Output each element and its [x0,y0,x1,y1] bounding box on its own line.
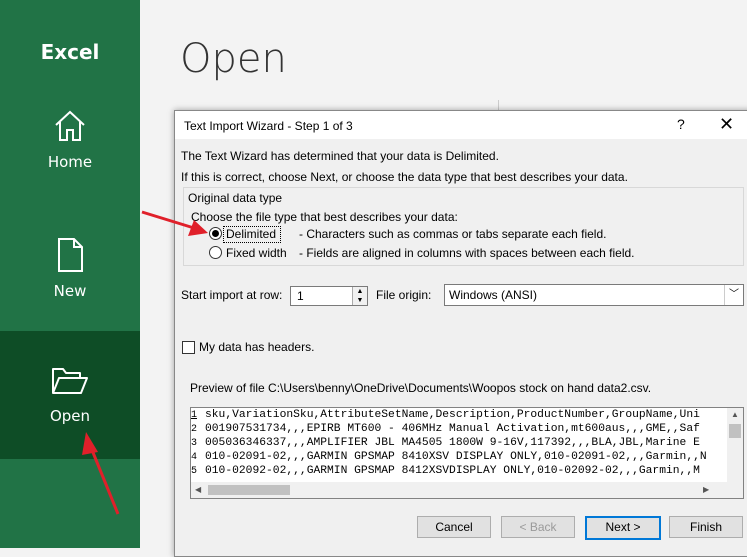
row-number: 4 [191,452,198,463]
home-icon [55,110,85,141]
row-text: 005036346337,,,AMPLIFIER JBL MA4505 1800… [205,437,700,449]
sidebar-item-label: Home [47,153,93,171]
scroll-thumb[interactable] [729,424,741,438]
row-number: 2 [191,424,198,435]
preview-row: 3 005036346337,,,AMPLIFIER JBL MA4505 180… [191,437,731,451]
row-number: 5 [191,466,198,477]
preview-label: Preview of file C:\Users\benny\OneDrive\… [190,381,652,395]
dialog-title: Text Import Wizard - Step 1 of 3 [184,119,353,133]
scroll-right-icon[interactable]: ▶ [703,485,709,494]
finish-button[interactable]: Finish [669,516,743,538]
file-origin-select[interactable]: Windows (ANSI) ﹀ [444,284,744,306]
start-row-label: Start import at row: [181,288,283,302]
next-button[interactable]: Next > [585,516,661,540]
row-number: 3 [191,438,198,449]
row-text: 010-02091-02,,,GARMIN GPSMAP 8410XSV DIS… [205,451,707,463]
intro-text-2: If this is correct, choose Next, or choo… [181,170,628,184]
delimited-label[interactable]: Delimited [226,227,276,241]
vertical-scrollbar[interactable]: ▲ [727,408,743,482]
fixed-width-label[interactable]: Fixed width [226,246,287,260]
group-label: Original data type [188,191,283,205]
intro-text-1: The Text Wizard has determined that your… [181,149,499,163]
start-row-stepper[interactable]: 1 ▲ ▼ [290,286,368,306]
start-row-value: 1 [297,289,304,303]
new-file-icon [58,238,83,272]
scroll-thumb[interactable] [208,485,290,495]
back-button[interactable]: < Back [501,516,575,538]
headers-checkbox[interactable] [182,341,195,354]
delimited-radio[interactable] [209,227,222,240]
preview-row: 4 010-02091-02,,,GARMIN GPSMAP 8410XSV DI… [191,451,731,465]
sidebar-item-label: Open [49,407,91,425]
cancel-button[interactable]: Cancel [417,516,491,538]
page-title: Open [180,36,287,82]
fixed-width-radio[interactable] [209,246,222,259]
delimited-description: - Characters such as commas or tabs sepa… [299,227,607,241]
file-origin-label: File origin: [376,288,432,302]
close-icon[interactable]: ✕ [719,114,734,135]
backstage-sidebar: Excel Home New Open [0,0,140,548]
horizontal-scrollbar[interactable]: ◀ ▶ [191,482,743,498]
text-import-wizard-dialog: Text Import Wizard - Step 1 of 3 ? ✕ The… [174,110,747,557]
row-text: sku,VariationSku,AttributeSetName,Descri… [205,409,700,421]
sidebar-item-label: New [53,282,87,300]
stepper-arrows-icon[interactable]: ▲ ▼ [352,287,367,305]
app-title: Excel [40,40,100,64]
file-origin-value: Windows (ANSI) [449,288,538,302]
help-icon[interactable]: ? [677,116,685,132]
dialog-titlebar: Text Import Wizard - Step 1 of 3 ? ✕ [175,111,747,139]
preview-row: 1 sku,VariationSku,AttributeSetName,Descr… [191,409,731,423]
choose-label: Choose the file type that best describes… [191,210,458,224]
preview-row: 5 010-02092-02,,,GARMIN GPSMAP 8412XSVDIS… [191,465,731,479]
file-preview[interactable]: 1 sku,VariationSku,AttributeSetName,Descr… [190,407,744,499]
row-text: 010-02092-02,,,GARMIN GPSMAP 8412XSVDISP… [205,465,700,477]
row-number: 1 [191,410,198,421]
scroll-left-icon[interactable]: ◀ [195,485,201,494]
fixed-width-description: - Fields are aligned in columns with spa… [299,246,635,260]
open-folder-icon [52,368,88,394]
chevron-down-icon[interactable]: ﹀ [724,285,743,305]
row-text: 001907531734,,,EPIRB MT600 - 406MHz Manu… [205,423,700,435]
preview-row: 2 001907531734,,,EPIRB MT600 - 406MHz Man… [191,423,731,437]
sidebar-item-home[interactable]: Home [0,95,140,223]
headers-label[interactable]: My data has headers. [199,340,314,354]
sidebar-item-open[interactable]: Open [0,331,140,459]
scroll-up-icon[interactable]: ▲ [731,410,739,419]
